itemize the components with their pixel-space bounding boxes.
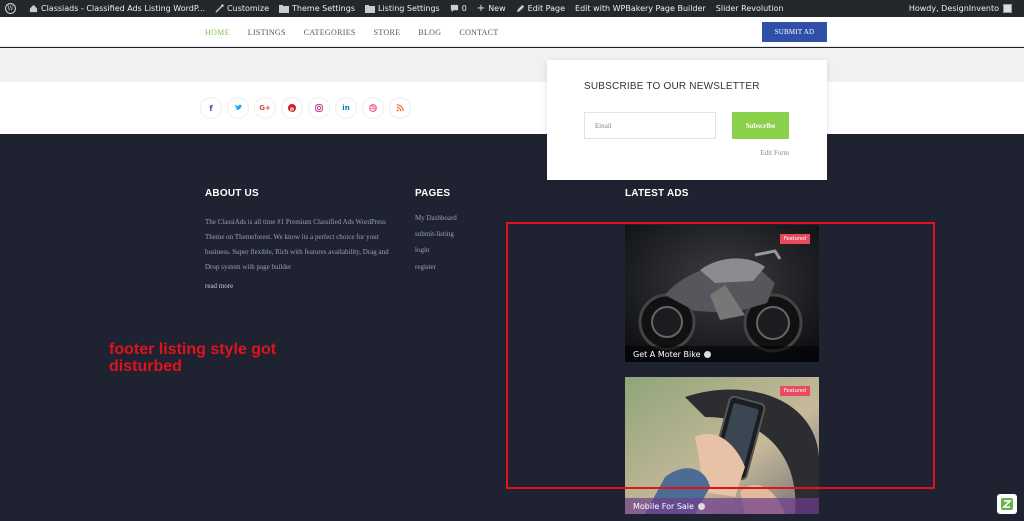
listing-settings-label: Listing Settings	[377, 4, 440, 13]
nav-item-categories[interactable]: CATEGORIES	[304, 28, 356, 37]
email-input[interactable]: Email	[584, 112, 716, 139]
submit-ad-button[interactable]: SUBMIT AD	[762, 22, 827, 42]
theme-settings-label: Theme Settings	[292, 4, 355, 13]
customize-link[interactable]: Customize	[210, 0, 274, 17]
wordpress-logo-icon[interactable]: W	[0, 0, 24, 17]
nav-item-contact[interactable]: CONTACT	[459, 28, 498, 37]
edit-page-link[interactable]: Edit Page	[511, 0, 570, 17]
nav-item-store[interactable]: STORE	[374, 28, 401, 37]
rss-icon[interactable]	[389, 97, 411, 119]
main-navigation: HOME LISTINGS CATEGORIES STORE BLOG CONT…	[0, 17, 1024, 47]
comments-link[interactable]: 0	[445, 0, 472, 17]
pages-title: PAGES	[415, 188, 451, 199]
wpbakery-link[interactable]: Edit with WPBakery Page Builder	[570, 0, 711, 17]
site-name-link[interactable]: Classiads - Classified Ads Listing WordP…	[24, 0, 210, 17]
social-icons: f G+ p in	[200, 97, 411, 119]
svg-text:W: W	[7, 6, 14, 13]
read-more-link[interactable]: read more	[205, 282, 233, 290]
linkedin-icon[interactable]: in	[335, 97, 357, 119]
plus-icon: +	[476, 3, 486, 14]
listing-settings-link[interactable]: Listing Settings	[360, 0, 445, 17]
latest-ads-title: LATEST ADS	[625, 188, 689, 199]
corner-logo-icon[interactable]	[997, 494, 1017, 514]
edit-page-label: Edit Page	[527, 4, 566, 13]
ad-caption: Mobile For Sale	[625, 498, 819, 514]
verified-check-icon	[697, 502, 705, 510]
ad-title: Mobile For Sale	[633, 501, 694, 511]
slider-revolution-label: Slider Revolution	[715, 4, 784, 13]
edit-form-link[interactable]: Edit Form	[760, 149, 789, 157]
page-link-dashboard[interactable]: My Dashboard	[415, 214, 457, 230]
pencil-icon	[516, 4, 524, 13]
theme-settings-link[interactable]: Theme Settings	[274, 0, 360, 17]
new-link[interactable]: + New	[472, 0, 511, 17]
nav-item-blog[interactable]: BLOG	[418, 28, 441, 37]
wp-admin-bar: W Classiads - Classified Ads Listing Wor…	[0, 0, 1024, 17]
svg-text:p: p	[290, 106, 294, 112]
howdy-label: Howdy, DesignInvento	[908, 4, 999, 13]
twitter-icon[interactable]	[227, 97, 249, 119]
page-link-login[interactable]: login	[415, 246, 457, 262]
nav-item-listings[interactable]: LISTINGS	[248, 28, 286, 37]
page: W Classiads - Classified Ads Listing Wor…	[0, 0, 1024, 521]
nav-menu: HOME LISTINGS CATEGORIES STORE BLOG CONT…	[205, 17, 517, 47]
newsletter-title: SUBSCRIBE TO OUR NEWSLETTER	[584, 81, 760, 92]
comment-icon	[450, 4, 458, 13]
content-gray-band	[0, 48, 1024, 82]
facebook-icon[interactable]: f	[200, 97, 222, 119]
avatar	[1003, 4, 1012, 13]
comments-count: 0	[461, 4, 467, 13]
account-menu[interactable]: Howdy, DesignInvento	[909, 4, 1024, 13]
annotation-highlight-box	[506, 222, 935, 489]
page-link-register[interactable]: register	[415, 263, 457, 279]
new-label: New	[488, 4, 506, 13]
instagram-icon[interactable]	[308, 97, 330, 119]
customize-label: Customize	[227, 4, 270, 13]
pinterest-icon[interactable]: p	[281, 97, 303, 119]
wpbakery-label: Edit with WPBakery Page Builder	[575, 4, 706, 13]
newsletter-box: SUBSCRIBE TO OUR NEWSLETTER Email Subscr…	[547, 60, 827, 180]
pages-list: My Dashboard submit-listing login regist…	[415, 214, 457, 279]
slider-revolution-link[interactable]: Slider Revolution	[711, 0, 789, 17]
about-us-title: ABOUT US	[205, 188, 259, 199]
site-name-label: Classiads - Classified Ads Listing WordP…	[41, 4, 206, 13]
nav-item-home[interactable]: HOME	[205, 28, 230, 37]
dribbble-icon[interactable]	[362, 97, 384, 119]
social-band	[0, 82, 1024, 134]
about-us-text: The ClassiAds is all time #1 Premium Cla…	[205, 218, 389, 271]
annotation-text: footer listing style got disturbed	[109, 341, 277, 375]
subscribe-button[interactable]: Subscribe	[732, 112, 789, 139]
page-link-submit-listing[interactable]: submit-listing	[415, 230, 457, 246]
google-plus-icon[interactable]: G+	[254, 97, 276, 119]
